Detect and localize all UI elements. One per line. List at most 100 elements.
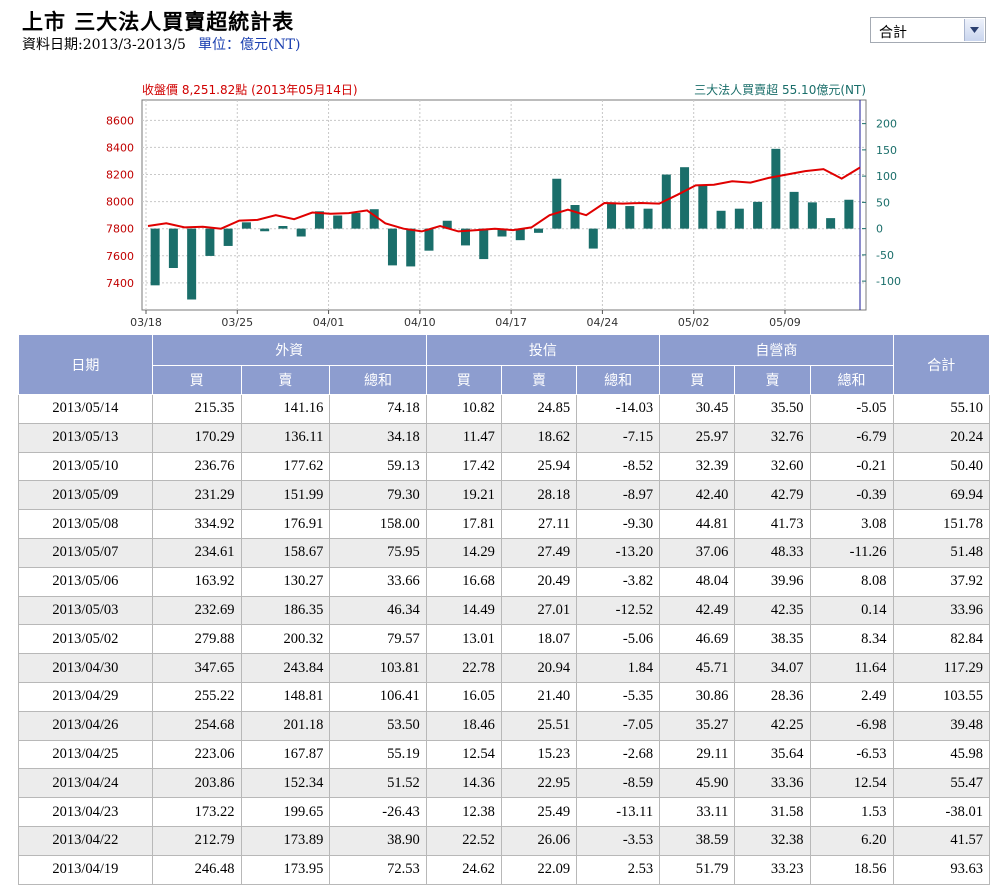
cell-date: 2013/04/29 (18, 681, 153, 712)
left-tick-label: 7600 (106, 250, 134, 263)
cell-value: 203.86 (151, 768, 242, 799)
cell-value: 51.48 (892, 537, 991, 568)
page-title: 上市 三大法人買賣超統計表 (22, 10, 295, 34)
flow-bar (223, 228, 233, 246)
cell-value: 26.06 (500, 825, 578, 856)
series-select[interactable]: 合計 (870, 17, 986, 43)
cell-value: 11.47 (425, 422, 502, 453)
page-subtitle: 資料日期:2013/3-2013/5 單位：億元(NT) (22, 34, 300, 54)
cell-value: 234.61 (151, 537, 242, 568)
left-tick-label: 8200 (106, 169, 134, 182)
cell-value: -3.82 (576, 566, 661, 597)
x-tick-label: 04/24 (587, 316, 619, 328)
cell-value: 24.85 (500, 394, 578, 424)
cell-date: 2013/05/10 (18, 451, 153, 482)
cell-value: 18.56 (809, 854, 894, 885)
cell-value: 38.90 (329, 825, 427, 856)
date-range: 資料日期:2013/3-2013/5 (22, 37, 186, 53)
cell-value: 35.50 (734, 394, 811, 424)
dropdown-button[interactable] (964, 19, 984, 41)
cell-value: 158.00 (329, 509, 427, 539)
cell-value: 51.52 (329, 768, 427, 799)
cell-date: 2013/05/13 (18, 422, 153, 453)
right-tick-label: -100 (876, 275, 901, 288)
cell-value: 136.11 (240, 422, 331, 453)
cell-value: 75.95 (329, 537, 427, 568)
cell-value: 201.18 (240, 710, 331, 741)
cell-value: 173.95 (240, 854, 331, 885)
cell-date: 2013/04/19 (18, 854, 153, 885)
cell-value: 32.38 (734, 825, 811, 856)
cell-value: 55.10 (892, 394, 991, 424)
cell-value: -13.11 (576, 797, 661, 827)
cell-value: 53.50 (329, 710, 427, 741)
cell-value: 46.34 (329, 595, 427, 626)
cell-value: 12.54 (809, 768, 894, 799)
cell-value: 106.41 (329, 681, 427, 712)
cell-value: 50.40 (892, 451, 991, 482)
cell-value: 42.40 (659, 480, 736, 511)
cell-value: 18.46 (425, 710, 502, 741)
cell-value: 32.60 (734, 451, 811, 482)
cell-value: 19.21 (425, 480, 502, 511)
header-net: 總和 (809, 365, 894, 395)
cell-value: 82.84 (892, 624, 991, 655)
cell-value: 35.27 (659, 710, 736, 741)
cell-value: 39.96 (734, 566, 811, 597)
flow-bar (351, 212, 361, 229)
table-row: 2013/05/02 279.88 200.32 79.57 13.01 18.07 -5.… (18, 624, 991, 655)
cell-value: 236.76 (151, 451, 242, 482)
cell-value: -13.20 (576, 537, 661, 568)
cell-value: 24.62 (425, 854, 502, 885)
cell-value: 158.67 (240, 537, 331, 568)
cell-value: 3.08 (809, 509, 894, 539)
cell-value: 176.91 (240, 509, 331, 539)
flow-bar (607, 202, 617, 229)
header-dealer: 自營商 (659, 334, 894, 366)
cell-value: 279.88 (151, 624, 242, 655)
cell-value: 16.68 (425, 566, 502, 597)
cell-value: 148.81 (240, 681, 331, 712)
cell-date: 2013/04/25 (18, 739, 153, 770)
flow-bar (570, 205, 580, 229)
right-tick-label: 50 (876, 196, 890, 209)
cell-value: 33.66 (329, 566, 427, 597)
header-date: 日期 (18, 334, 153, 395)
x-tick-label: 04/17 (495, 316, 527, 328)
cell-value: 25.97 (659, 422, 736, 453)
cell-value: -6.79 (809, 422, 894, 453)
cell-value: 38.59 (659, 825, 736, 856)
flow-bar (771, 148, 781, 229)
header-sell: 賣 (734, 365, 811, 395)
table-row: 2013/04/24 203.86 152.34 51.52 14.36 22.95 -8.… (18, 768, 991, 799)
cell-value: 37.92 (892, 566, 991, 597)
cell-value: -0.39 (809, 480, 894, 511)
cell-date: 2013/05/08 (18, 509, 153, 539)
cell-date: 2013/04/22 (18, 825, 153, 856)
cell-value: 163.92 (151, 566, 242, 597)
right-tick-label: 0 (876, 223, 883, 236)
cell-value: 32.76 (734, 422, 811, 453)
cell-value: 79.57 (329, 624, 427, 655)
cell-value: 11.64 (809, 653, 894, 683)
cell-value: 347.65 (151, 653, 242, 683)
cell-value: 42.35 (734, 595, 811, 626)
cell-value: 334.92 (151, 509, 242, 539)
header-net: 總和 (576, 365, 661, 395)
cell-value: 33.96 (892, 595, 991, 626)
table-row: 2013/04/19 246.48 173.95 72.53 24.62 22.09 2.5… (18, 854, 991, 885)
cell-value: -3.53 (576, 825, 661, 856)
cell-value: 28.18 (500, 480, 578, 511)
cell-value: 8.34 (809, 624, 894, 655)
flow-bar (588, 228, 598, 249)
flow-bar (479, 228, 489, 260)
cell-value: 151.99 (240, 480, 331, 511)
institutional-table: 日期 外資 投信 自營商 合計 買 賣 總和 買 賣 總和 買 賣 總和 201… (18, 334, 991, 885)
flow-bar (552, 178, 562, 229)
cell-value: 27.49 (500, 537, 578, 568)
cell-value: -12.52 (576, 595, 661, 626)
cell-value: 22.52 (425, 825, 502, 856)
flow-bar (241, 222, 251, 229)
cell-value: 55.19 (329, 739, 427, 770)
flow-bar (753, 201, 763, 229)
